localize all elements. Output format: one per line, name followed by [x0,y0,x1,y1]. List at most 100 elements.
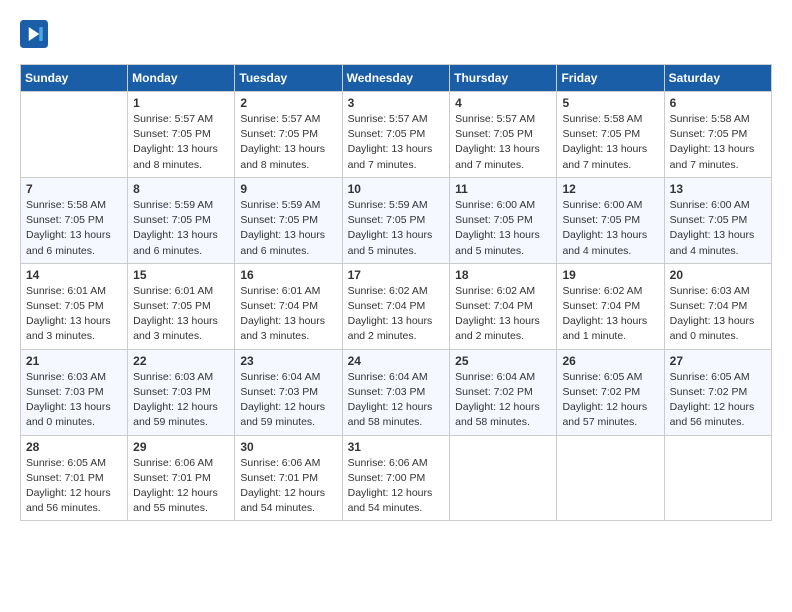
day-number: 7 [26,182,122,196]
page-header [20,20,772,48]
day-number: 20 [670,268,766,282]
day-number: 4 [455,96,551,110]
day-number: 19 [562,268,658,282]
day-info: Sunrise: 5:58 AM Sunset: 7:05 PM Dayligh… [670,112,766,173]
day-cell: 6 Sunrise: 5:58 AM Sunset: 7:05 PM Daylig… [664,92,771,178]
day-cell: 27Sunrise: 6:05 AM Sunset: 7:02 PM Dayli… [664,349,771,435]
day-header-wednesday: Wednesday [342,65,450,92]
week-row-2: 7 Sunrise: 5:58 AM Sunset: 7:05 PM Daylig… [21,177,772,263]
day-header-sunday: Sunday [21,65,128,92]
day-cell [21,92,128,178]
day-number: 26 [562,354,658,368]
day-info: Sunrise: 5:58 AM Sunset: 7:05 PM Dayligh… [562,112,658,173]
day-cell: 9 Sunrise: 5:59 AM Sunset: 7:05 PM Daylig… [235,177,342,263]
day-number: 18 [455,268,551,282]
day-cell: 13 Sunrise: 6:00 AM Sunset: 7:05 PM Dayli… [664,177,771,263]
logo-icon [20,20,48,48]
day-cell: 25 Sunrise: 6:04 AM Sunset: 7:02 PM Dayli… [450,349,557,435]
day-info: Sunrise: 6:05 AM Sunset: 7:02 PM Dayligh… [670,370,766,431]
day-cell: 29Sunrise: 6:06 AM Sunset: 7:01 PM Dayli… [128,435,235,521]
day-cell: 14 Sunrise: 6:01 AM Sunset: 7:05 PM Dayli… [21,263,128,349]
calendar-table: SundayMondayTuesdayWednesdayThursdayFrid… [20,64,772,521]
week-row-4: 21 Sunrise: 6:03 AM Sunset: 7:03 PM Dayli… [21,349,772,435]
day-cell: 11 Sunrise: 6:00 AM Sunset: 7:05 PM Dayli… [450,177,557,263]
day-info: Sunrise: 5:57 AM Sunset: 7:05 PM Dayligh… [240,112,336,173]
day-header-thursday: Thursday [450,65,557,92]
day-cell: 7 Sunrise: 5:58 AM Sunset: 7:05 PM Daylig… [21,177,128,263]
day-info: Sunrise: 5:59 AM Sunset: 7:05 PM Dayligh… [348,198,445,259]
day-number: 29 [133,440,229,454]
day-number: 17 [348,268,445,282]
day-info: Sunrise: 6:05 AM Sunset: 7:02 PM Dayligh… [562,370,658,431]
day-info: Sunrise: 5:58 AM Sunset: 7:05 PM Dayligh… [26,198,122,259]
week-row-3: 14 Sunrise: 6:01 AM Sunset: 7:05 PM Dayli… [21,263,772,349]
day-info: Sunrise: 6:01 AM Sunset: 7:05 PM Dayligh… [26,284,122,345]
day-number: 9 [240,182,336,196]
header-row: SundayMondayTuesdayWednesdayThursdayFrid… [21,65,772,92]
day-cell: 26 Sunrise: 6:05 AM Sunset: 7:02 PM Dayli… [557,349,664,435]
day-info: Sunrise: 6:04 AM Sunset: 7:02 PM Dayligh… [455,370,551,431]
day-number: 11 [455,182,551,196]
day-number: 3 [348,96,445,110]
day-number: 5 [562,96,658,110]
day-number: 10 [348,182,445,196]
day-cell: 16 Sunrise: 6:01 AM Sunset: 7:04 PM Dayli… [235,263,342,349]
day-cell: 21 Sunrise: 6:03 AM Sunset: 7:03 PM Dayli… [21,349,128,435]
day-info: Sunrise: 6:03 AM Sunset: 7:03 PM Dayligh… [133,370,229,431]
day-info: Sunrise: 6:06 AM Sunset: 7:01 PM Dayligh… [240,456,336,517]
day-info: Sunrise: 6:03 AM Sunset: 7:04 PM Dayligh… [670,284,766,345]
day-cell: 30 Sunrise: 6:06 AM Sunset: 7:01 PM Dayli… [235,435,342,521]
day-number: 14 [26,268,122,282]
day-number: 22 [133,354,229,368]
day-cell [557,435,664,521]
day-cell: 20 Sunrise: 6:03 AM Sunset: 7:04 PM Dayli… [664,263,771,349]
day-number: 30 [240,440,336,454]
day-header-monday: Monday [128,65,235,92]
day-cell: 1Sunrise: 5:57 AM Sunset: 7:05 PM Daylig… [128,92,235,178]
day-number: 24 [348,354,445,368]
day-info: Sunrise: 6:04 AM Sunset: 7:03 PM Dayligh… [348,370,445,431]
day-cell: 15 Sunrise: 6:01 AM Sunset: 7:05 PM Dayli… [128,263,235,349]
day-cell [664,435,771,521]
day-info: Sunrise: 6:00 AM Sunset: 7:05 PM Dayligh… [455,198,551,259]
day-number: 6 [670,96,766,110]
day-cell: 24 Sunrise: 6:04 AM Sunset: 7:03 PM Dayli… [342,349,450,435]
day-info: Sunrise: 5:59 AM Sunset: 7:05 PM Dayligh… [133,198,229,259]
week-row-5: 28 Sunrise: 6:05 AM Sunset: 7:01 PM Dayli… [21,435,772,521]
day-info: Sunrise: 6:02 AM Sunset: 7:04 PM Dayligh… [348,284,445,345]
day-cell: 23Sunrise: 6:04 AM Sunset: 7:03 PM Dayli… [235,349,342,435]
day-cell: 22 Sunrise: 6:03 AM Sunset: 7:03 PM Dayli… [128,349,235,435]
day-number: 25 [455,354,551,368]
day-number: 21 [26,354,122,368]
day-info: Sunrise: 6:00 AM Sunset: 7:05 PM Dayligh… [562,198,658,259]
day-cell: 8Sunrise: 5:59 AM Sunset: 7:05 PM Daylig… [128,177,235,263]
day-number: 13 [670,182,766,196]
day-info: Sunrise: 5:57 AM Sunset: 7:05 PM Dayligh… [455,112,551,173]
week-row-1: 1 Sunrise: 5:57 AM Sunset: 7:05 PM Daylig… [21,92,772,178]
day-number: 15 [133,268,229,282]
day-info: Sunrise: 6:05 AM Sunset: 7:01 PM Dayligh… [26,456,122,517]
day-info: Sunrise: 6:00 AM Sunset: 7:05 PM Dayligh… [670,198,766,259]
day-info: Sunrise: 6:06 AM Sunset: 7:00 PM Dayligh… [348,456,445,517]
day-info: Sunrise: 5:59 AM Sunset: 7:05 PM Dayligh… [240,198,336,259]
day-header-tuesday: Tuesday [235,65,342,92]
day-info: Sunrise: 6:03 AM Sunset: 7:03 PM Dayligh… [26,370,122,431]
day-info: Sunrise: 6:02 AM Sunset: 7:04 PM Dayligh… [455,284,551,345]
logo [20,20,52,48]
day-cell [450,435,557,521]
day-info: Sunrise: 6:02 AM Sunset: 7:04 PM Dayligh… [562,284,658,345]
day-info: Sunrise: 6:01 AM Sunset: 7:04 PM Dayligh… [240,284,336,345]
day-number: 1 [133,96,229,110]
day-number: 31 [348,440,445,454]
day-number: 2 [240,96,336,110]
day-number: 23 [240,354,336,368]
day-number: 12 [562,182,658,196]
day-cell: 17 Sunrise: 6:02 AM Sunset: 7:04 PM Dayli… [342,263,450,349]
day-number: 28 [26,440,122,454]
day-cell: 4 Sunrise: 5:57 AM Sunset: 7:05 PM Daylig… [450,92,557,178]
day-cell: 12 Sunrise: 6:00 AM Sunset: 7:05 PM Dayli… [557,177,664,263]
day-cell: 18 Sunrise: 6:02 AM Sunset: 7:04 PM Dayli… [450,263,557,349]
day-info: Sunrise: 6:01 AM Sunset: 7:05 PM Dayligh… [133,284,229,345]
day-number: 16 [240,268,336,282]
day-header-saturday: Saturday [664,65,771,92]
